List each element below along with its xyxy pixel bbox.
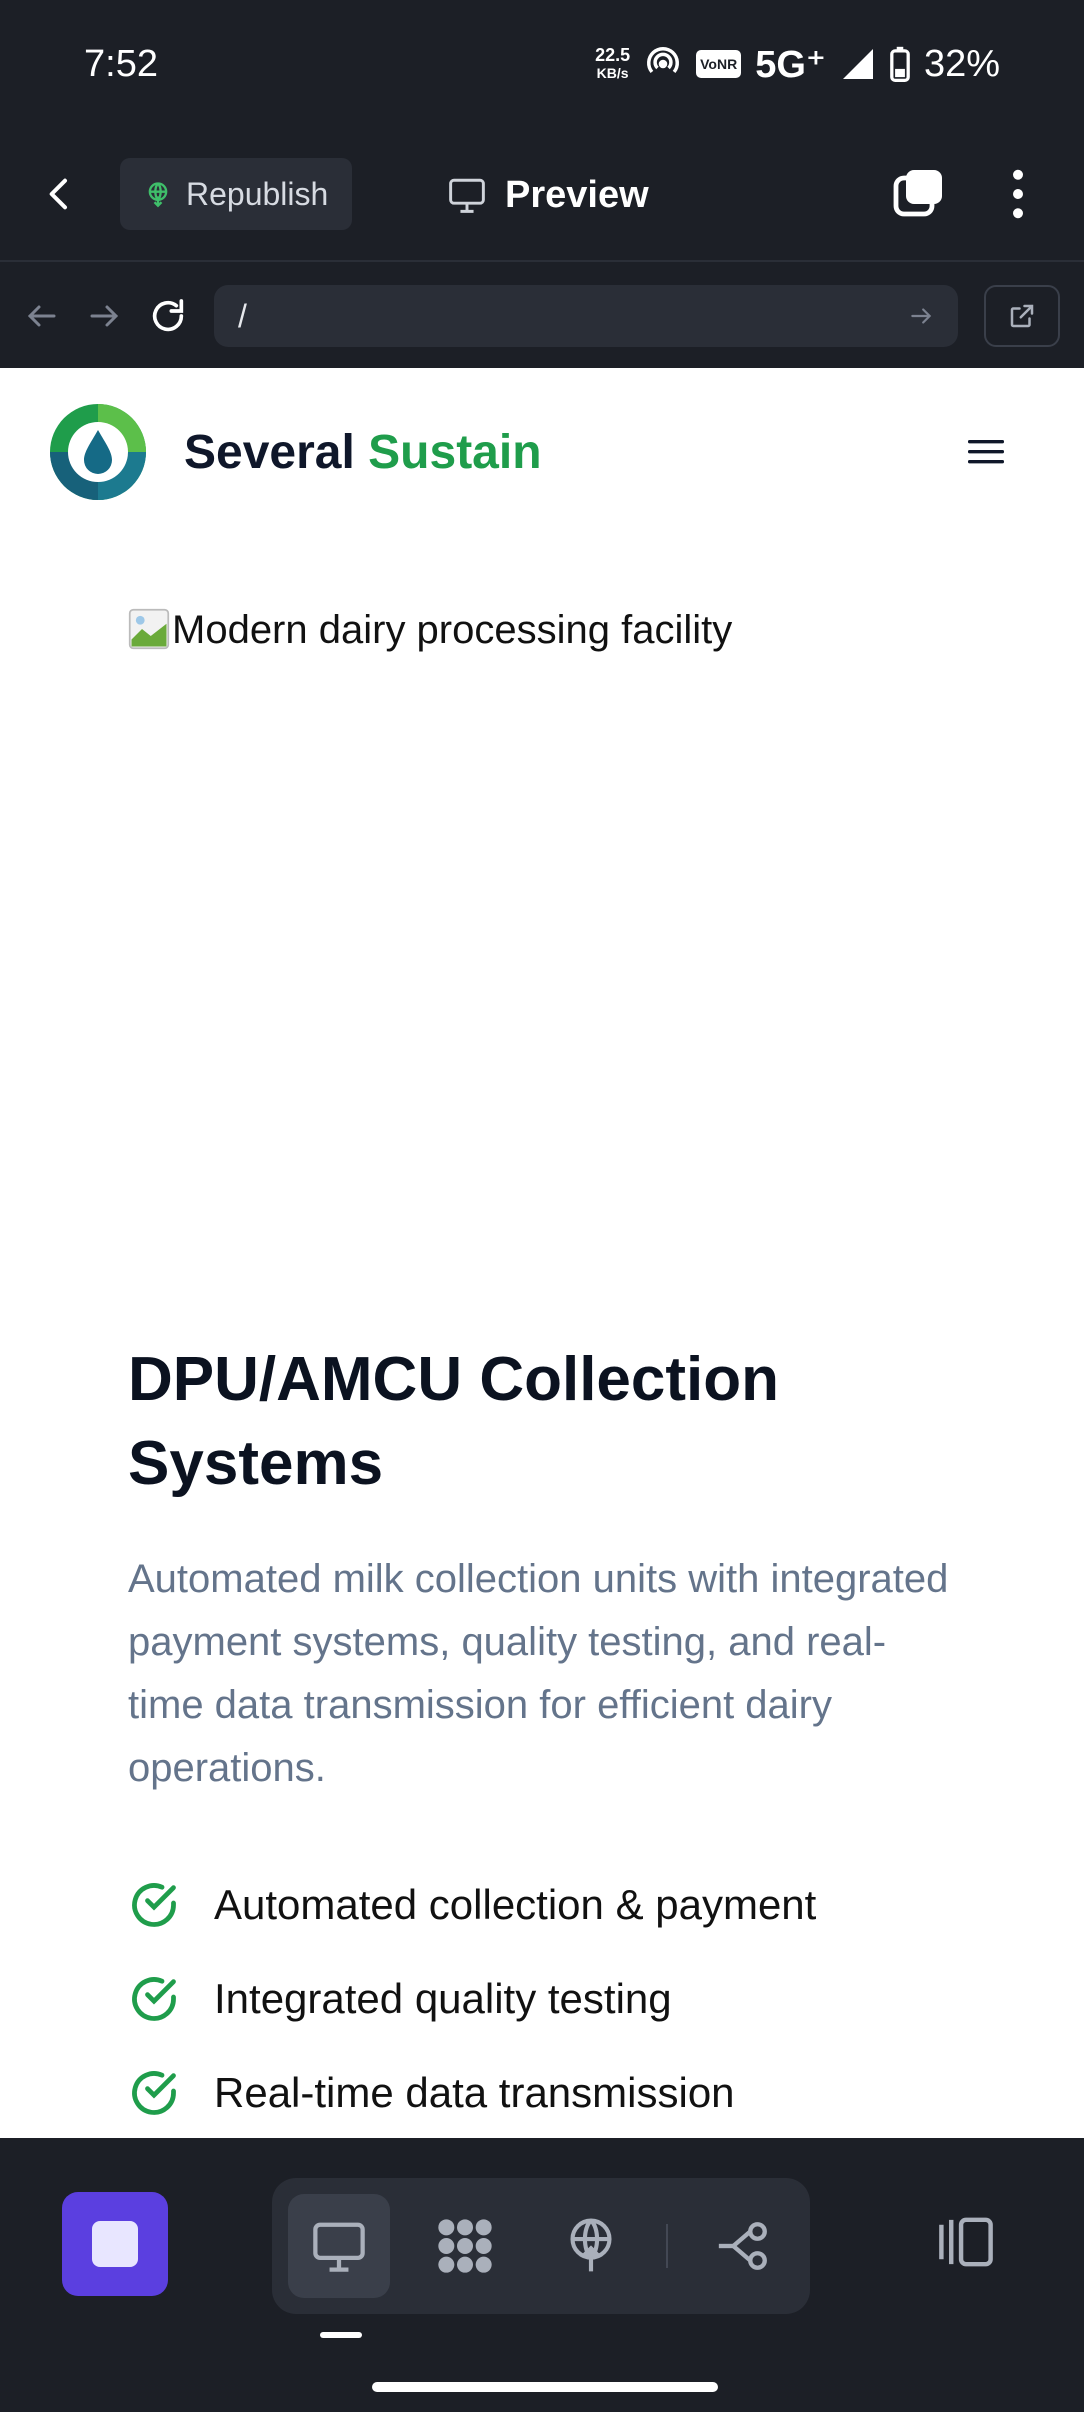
url-text: / <box>238 297 247 334</box>
republish-button[interactable]: Republish <box>120 158 353 230</box>
stop-button[interactable] <box>62 2192 168 2296</box>
republish-label: Republish <box>186 175 329 212</box>
nav-back-icon[interactable] <box>24 298 60 334</box>
hero-image-alt: Modern dairy processing facility <box>172 608 733 652</box>
connections-tab[interactable] <box>692 2194 794 2298</box>
bottom-toolbar <box>0 2138 1084 2412</box>
nav-forward-icon[interactable] <box>86 298 122 334</box>
check-circle-icon <box>132 1883 176 1927</box>
globe-upload-icon <box>148 182 168 208</box>
side-panel-icon <box>939 2217 993 2267</box>
url-bar: / <box>0 264 1084 368</box>
signal-icon <box>842 49 873 79</box>
list-item: Integrated quality testing <box>128 1952 816 2046</box>
feature-list: Automated collection & payment Integrate… <box>128 1858 816 2138</box>
grid-blobs-icon <box>438 2219 492 2273</box>
external-link-icon <box>1010 304 1034 328</box>
feature-text: Real-time data transmission <box>214 2069 735 2116</box>
active-tab-indicator <box>320 2332 362 2338</box>
more-vert-icon[interactable] <box>1012 169 1024 219</box>
preview-tab[interactable] <box>288 2194 391 2298</box>
tabs-icon[interactable] <box>892 168 944 220</box>
monitor-icon <box>313 2222 365 2272</box>
globe-upload-icon <box>570 2218 612 2272</box>
panel-toggle-button[interactable] <box>934 2214 998 2275</box>
app-bar-actions <box>892 168 1044 220</box>
brand-name-second: Sustain <box>368 425 542 479</box>
reload-icon[interactable] <box>148 296 188 336</box>
status-icons: 22.5 KB/s VoNR 5G⁺ 32% <box>595 42 1000 87</box>
app-bar: Republish Preview <box>0 128 1084 262</box>
status-bar: 7:52 22.5 KB/s VoNR 5G⁺ 32% <box>0 0 1084 128</box>
workspace-tab[interactable] <box>414 2194 516 2298</box>
network-speed-value: 22.5 <box>595 45 631 65</box>
preview-label: Preview <box>505 173 649 216</box>
connections-icon <box>718 2222 767 2270</box>
list-item: Real-time data transmission <box>128 2046 816 2138</box>
tool-group <box>272 2178 810 2314</box>
hero-image-broken: Modern dairy processing facility <box>128 608 732 653</box>
battery-icon <box>890 46 910 82</box>
stop-icon <box>92 2221 138 2267</box>
site-header: Several Sustain <box>0 368 1084 536</box>
home-indicator[interactable] <box>372 2382 718 2392</box>
publish-tab[interactable] <box>540 2194 642 2298</box>
monitor-icon <box>449 178 485 213</box>
status-time: 7:52 <box>84 42 158 85</box>
back-icon[interactable] <box>40 174 80 214</box>
go-arrow-icon[interactable] <box>908 303 934 329</box>
list-item: Automated collection & payment <box>128 1858 816 1952</box>
network-type: 5G⁺ <box>755 43 826 86</box>
network-speed: 22.5 KB/s <box>595 46 630 82</box>
toolbar-separator <box>666 2224 669 2268</box>
hotspot-icon <box>647 47 680 74</box>
check-circle-icon <box>132 1977 176 2021</box>
web-page: Several Sustain Modern dairy processing … <box>0 368 1084 2138</box>
site-brand[interactable]: Several Sustain <box>184 425 542 480</box>
broken-image-icon <box>128 608 170 650</box>
site-logo[interactable] <box>48 402 148 502</box>
url-field[interactable]: / <box>214 285 958 347</box>
page-description: Automated milk collection units with int… <box>128 1557 949 1790</box>
network-speed-unit: KB/s <box>596 65 629 81</box>
hamburger-menu-icon[interactable] <box>968 437 1004 467</box>
brand-name-first: Several <box>184 425 355 479</box>
open-external-button[interactable] <box>984 285 1060 347</box>
vonr-badge: VoNR <box>696 50 742 78</box>
page-title: DPU/AMCU Collection Systems <box>128 1345 779 1498</box>
check-circle-icon <box>132 2071 176 2115</box>
battery-percent: 32% <box>923 42 1000 85</box>
feature-text: Integrated quality testing <box>214 1975 672 2022</box>
preview-title: Preview <box>447 128 649 262</box>
feature-text: Automated collection & payment <box>214 1881 817 1928</box>
